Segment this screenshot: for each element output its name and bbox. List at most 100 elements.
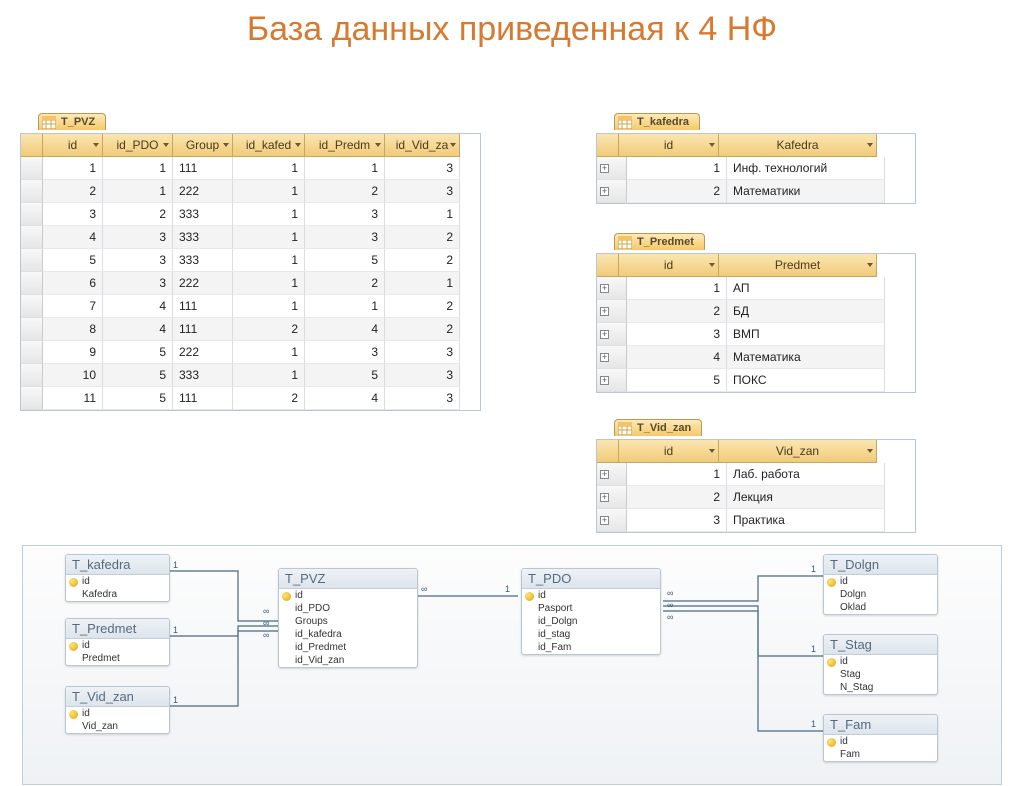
cell-idkafed[interactable]: 1 [233,226,305,249]
table-row[interactable]: +1Лаб. работа [597,463,915,486]
table-row[interactable]: +4Математика [597,346,915,369]
cell-id[interactable]: 2 [627,180,727,203]
cell-idpdo[interactable]: 2 [103,203,173,226]
cell-group[interactable]: 111 [173,318,233,341]
cell-idkafed[interactable]: 1 [233,157,305,180]
er-field-pk[interactable]: id [66,639,169,652]
cell-id[interactable]: 1 [627,157,727,180]
expand-icon[interactable]: + [600,307,609,316]
tab-t-vidzan[interactable]: T_Vid_zan [614,419,702,436]
col-header-id[interactable]: id [619,134,719,157]
cell-id[interactable]: 11 [43,387,103,410]
cell-id[interactable]: 5 [627,369,727,392]
cell-vidzan[interactable]: Лекция [727,486,885,509]
chevron-down-icon[interactable] [223,143,229,147]
table-row[interactable]: 11111113 [21,157,480,180]
cell-idkafed[interactable]: 1 [233,364,305,387]
col-header-idpredm[interactable]: id_Predm [305,134,385,157]
cell-group[interactable]: 333 [173,249,233,272]
chevron-down-icon[interactable] [867,263,873,267]
cell-group[interactable]: 111 [173,387,233,410]
cell-id[interactable]: 3 [627,509,727,532]
er-field[interactable]: id_PDO [279,602,417,615]
cell-idvidza[interactable]: 3 [385,341,460,364]
cell-idkafed[interactable]: 2 [233,387,305,410]
row-selector[interactable] [21,226,43,249]
row-selector[interactable]: + [597,346,627,369]
cell-group[interactable]: 222 [173,341,233,364]
expand-icon[interactable]: + [600,164,609,173]
er-field[interactable]: N_Stag [824,681,937,694]
cell-idpdo[interactable]: 3 [103,249,173,272]
cell-id[interactable]: 2 [627,300,727,323]
select-all-corner[interactable] [597,254,619,277]
er-field[interactable]: Kafedra [66,588,169,601]
cell-predmet[interactable]: БД [727,300,885,323]
cell-id[interactable]: 1 [627,277,727,300]
row-selector[interactable]: + [597,323,627,346]
cell-group[interactable]: 111 [173,295,233,318]
cell-predmet[interactable]: Математика [727,346,885,369]
cell-id[interactable]: 3 [627,323,727,346]
row-selector[interactable] [21,387,43,410]
cell-idvidza[interactable]: 2 [385,226,460,249]
col-header-idvidza[interactable]: id_Vid_za [385,134,460,157]
row-selector[interactable] [21,249,43,272]
col-header-vidzan[interactable]: Vid_zan [719,440,877,463]
table-row[interactable]: +1Инф. технологий [597,157,915,180]
cell-idpredm[interactable]: 2 [305,180,385,203]
cell-id[interactable]: 4 [627,346,727,369]
row-selector[interactable] [21,364,43,387]
er-field[interactable]: Fam [824,748,937,761]
table-row[interactable]: 53333152 [21,249,480,272]
cell-idpdo[interactable]: 4 [103,295,173,318]
table-row[interactable]: 63222121 [21,272,480,295]
cell-idpdo[interactable]: 3 [103,226,173,249]
expand-icon[interactable]: + [600,493,609,502]
cell-group[interactable]: 333 [173,203,233,226]
cell-idkafed[interactable]: 1 [233,203,305,226]
cell-idpredm[interactable]: 4 [305,318,385,341]
er-field[interactable]: id_Dolgn [522,615,660,628]
er-field-pk[interactable]: id [66,707,169,720]
cell-idpredm[interactable]: 5 [305,249,385,272]
cell-group[interactable]: 333 [173,226,233,249]
er-entity-t-stag[interactable]: T_StagidStagN_Stag [823,634,938,695]
cell-predmet[interactable]: ВМП [727,323,885,346]
table-row[interactable]: 74111112 [21,295,480,318]
cell-idpdo[interactable]: 1 [103,180,173,203]
cell-idvidza[interactable]: 2 [385,249,460,272]
er-field[interactable]: id_Fam [522,641,660,654]
cell-idpredm[interactable]: 3 [305,226,385,249]
row-selector[interactable] [21,318,43,341]
cell-id[interactable]: 3 [43,203,103,226]
chevron-down-icon[interactable] [867,449,873,453]
er-field[interactable]: Predmet [66,652,169,665]
cell-idpredm[interactable]: 1 [305,295,385,318]
er-field-pk[interactable]: id [279,589,417,602]
cell-id[interactable]: 4 [43,226,103,249]
col-header-id[interactable]: id [43,134,103,157]
chevron-down-icon[interactable] [93,143,99,147]
cell-idpdo[interactable]: 3 [103,272,173,295]
er-field[interactable]: id_Vid_zan [279,654,417,667]
cell-id[interactable]: 1 [43,157,103,180]
cell-idvidza[interactable]: 3 [385,180,460,203]
chevron-down-icon[interactable] [375,143,381,147]
tab-t-pvz[interactable]: T_PVZ [38,113,106,130]
cell-idkafed[interactable]: 1 [233,249,305,272]
row-selector[interactable]: + [597,486,627,509]
cell-vidzan[interactable]: Лаб. работа [727,463,885,486]
er-entity-t-pdo[interactable]: T_PDOidPasportid_Dolgnid_stagid_Fam [521,568,661,655]
expand-icon[interactable]: + [600,187,609,196]
col-header-idkafed[interactable]: id_kafed [233,134,305,157]
cell-idpredm[interactable]: 5 [305,364,385,387]
table-row[interactable]: +1АП [597,277,915,300]
row-selector[interactable] [21,157,43,180]
chevron-down-icon[interactable] [709,143,715,147]
er-field-pk[interactable]: id [824,735,937,748]
cell-id[interactable]: 8 [43,318,103,341]
cell-group[interactable]: 333 [173,364,233,387]
cell-id[interactable]: 9 [43,341,103,364]
cell-predmet[interactable]: АП [727,277,885,300]
